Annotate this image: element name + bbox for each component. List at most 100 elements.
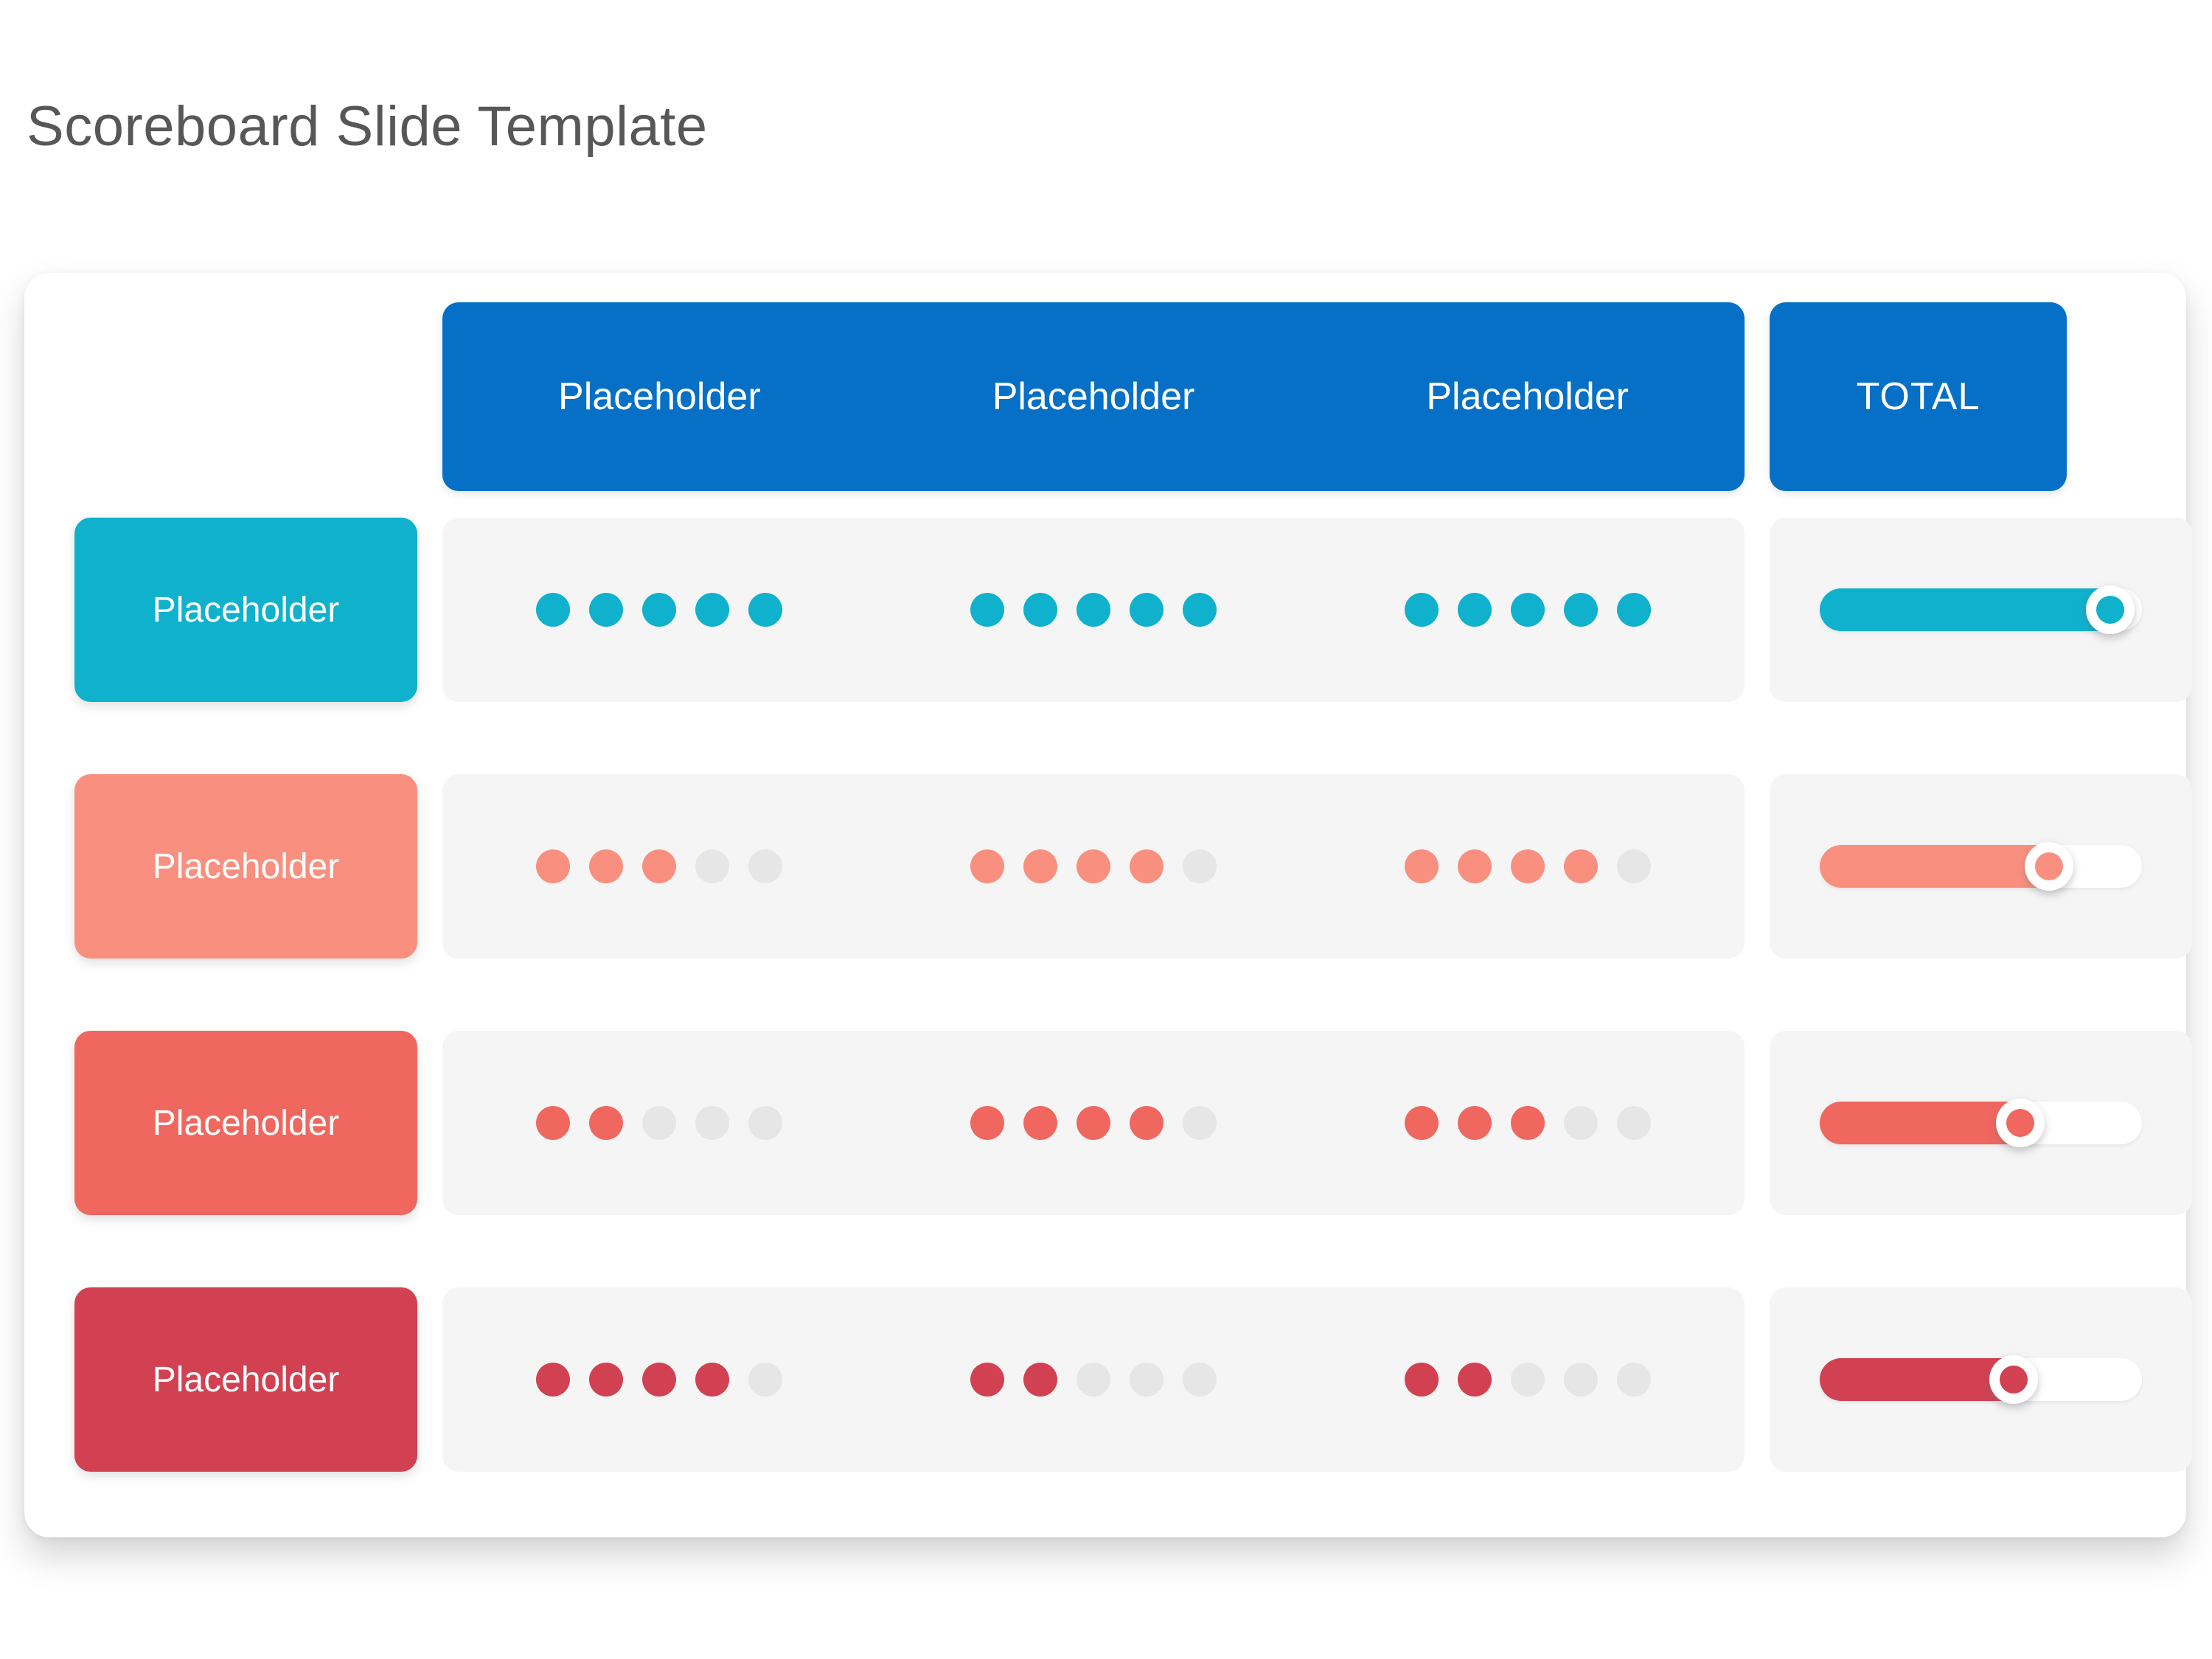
score-dot-filled[interactable] <box>1510 1106 1545 1140</box>
score-dot-empty[interactable] <box>1183 849 1217 883</box>
score-dot-empty[interactable] <box>1183 1363 1217 1397</box>
score-dot-filled[interactable] <box>1130 1106 1164 1140</box>
score-dot-empty[interactable] <box>1130 1363 1164 1397</box>
score-dot-empty[interactable] <box>748 1363 783 1397</box>
score-dot-empty[interactable] <box>642 1106 677 1140</box>
score-dot-filled[interactable] <box>695 1363 730 1397</box>
score-dot-empty[interactable] <box>1183 1106 1217 1140</box>
score-dot-filled[interactable] <box>589 849 624 883</box>
total-slider-knob[interactable] <box>2086 585 2135 634</box>
score-dots-cell[interactable] <box>442 1106 877 1140</box>
score-dots-cell[interactable] <box>442 849 877 883</box>
total-slider-knob[interactable] <box>2025 842 2074 891</box>
score-dot-empty[interactable] <box>748 849 783 883</box>
score-dot-filled[interactable] <box>589 1363 624 1397</box>
total-slider[interactable] <box>1820 1099 2142 1147</box>
score-dot-filled[interactable] <box>589 593 624 627</box>
score-dots-cell[interactable] <box>877 1106 1311 1140</box>
score-dot-empty[interactable] <box>695 1106 730 1140</box>
score-dot-filled[interactable] <box>1457 593 1492 627</box>
score-dots-cell[interactable] <box>1310 1106 1745 1140</box>
score-dot-empty[interactable] <box>695 849 730 883</box>
score-dots-cell[interactable] <box>877 849 1311 883</box>
row-score-panel <box>442 1031 1745 1215</box>
row-score-panel <box>442 774 1745 959</box>
scoreboard-card: Placeholder Placeholder Placeholder TOTA… <box>24 273 2192 1537</box>
total-slider-knob[interactable] <box>1996 1099 2045 1147</box>
score-dot-filled[interactable] <box>1510 849 1545 883</box>
score-dots-cell[interactable] <box>1310 1363 1745 1397</box>
header-columns-bar: Placeholder Placeholder Placeholder <box>442 302 1745 491</box>
score-dot-filled[interactable] <box>1616 593 1651 627</box>
total-slider[interactable] <box>1820 585 2142 634</box>
row-label-text: Placeholder <box>152 1360 340 1399</box>
score-dot-filled[interactable] <box>1023 1363 1057 1397</box>
score-dot-filled[interactable] <box>1023 593 1057 627</box>
score-dot-filled[interactable] <box>1023 849 1057 883</box>
score-dot-filled[interactable] <box>536 593 571 627</box>
score-dot-filled[interactable] <box>970 593 1004 627</box>
total-slider-knob[interactable] <box>1989 1355 2039 1404</box>
score-dots-cell[interactable] <box>1310 593 1745 627</box>
score-dot-empty[interactable] <box>1510 1363 1545 1397</box>
score-dot-empty[interactable] <box>1563 1106 1598 1140</box>
score-dots-cell[interactable] <box>877 1363 1311 1397</box>
row-total-panel <box>1770 518 2192 702</box>
score-dot-filled[interactable] <box>970 849 1004 883</box>
score-dot-empty[interactable] <box>748 1106 783 1140</box>
score-dot-filled[interactable] <box>536 1106 571 1140</box>
score-dot-empty[interactable] <box>1563 1363 1598 1397</box>
score-dot-filled[interactable] <box>1130 849 1164 883</box>
scoreboard-header: Placeholder Placeholder Placeholder TOTA… <box>24 302 2186 491</box>
score-dot-filled[interactable] <box>695 593 730 627</box>
score-dot-filled[interactable] <box>536 1363 571 1397</box>
score-dot-filled[interactable] <box>970 1106 1004 1140</box>
score-dot-filled[interactable] <box>1563 593 1598 627</box>
score-dots-cell[interactable] <box>1310 849 1745 883</box>
score-dot-filled[interactable] <box>1457 849 1492 883</box>
row-label-chip[interactable]: Placeholder <box>74 518 417 702</box>
score-dot-filled[interactable] <box>970 1363 1004 1397</box>
total-slider[interactable] <box>1820 1355 2142 1404</box>
score-dots-cell[interactable] <box>877 593 1311 627</box>
score-dots-cell[interactable] <box>442 593 877 627</box>
score-dot-filled[interactable] <box>1457 1363 1492 1397</box>
score-dot-empty[interactable] <box>1616 849 1651 883</box>
score-dot-filled[interactable] <box>1077 849 1110 883</box>
score-dot-filled[interactable] <box>1130 593 1164 627</box>
score-dot-empty[interactable] <box>1616 1106 1651 1140</box>
score-dot-filled[interactable] <box>1404 593 1439 627</box>
score-dot-filled[interactable] <box>589 1106 624 1140</box>
score-dots-cell[interactable] <box>442 1363 877 1397</box>
header-column-2: Placeholder <box>992 375 1195 418</box>
score-dot-filled[interactable] <box>1510 593 1545 627</box>
score-dot-filled[interactable] <box>642 1363 677 1397</box>
score-dot-filled[interactable] <box>1077 593 1110 627</box>
score-dot-filled[interactable] <box>642 849 677 883</box>
header-total-label: TOTAL <box>1770 302 2067 491</box>
total-slider[interactable] <box>1820 842 2142 891</box>
table-row: Placeholder <box>24 1287 2192 1472</box>
row-label-chip[interactable]: Placeholder <box>74 774 417 959</box>
score-dot-filled[interactable] <box>1457 1106 1492 1140</box>
total-slider-fill <box>1820 588 2120 631</box>
score-dot-filled[interactable] <box>1077 1106 1110 1140</box>
score-dot-filled[interactable] <box>1404 1363 1439 1397</box>
total-slider-fill <box>1820 845 2059 888</box>
score-dot-empty[interactable] <box>1077 1363 1110 1397</box>
score-dot-filled[interactable] <box>1404 849 1439 883</box>
score-dot-filled[interactable] <box>536 849 571 883</box>
score-dot-filled[interactable] <box>1404 1106 1439 1140</box>
row-label-chip[interactable]: Placeholder <box>74 1031 417 1215</box>
row-total-panel <box>1770 1031 2192 1215</box>
score-dot-filled[interactable] <box>748 593 783 627</box>
score-dot-filled[interactable] <box>1023 1106 1057 1140</box>
score-dot-empty[interactable] <box>1616 1363 1651 1397</box>
row-total-panel <box>1770 1287 2192 1472</box>
row-label-text: Placeholder <box>152 590 340 630</box>
score-dot-filled[interactable] <box>1183 593 1217 627</box>
row-score-panel <box>442 1287 1745 1472</box>
score-dot-filled[interactable] <box>1563 849 1598 883</box>
row-label-chip[interactable]: Placeholder <box>74 1287 417 1472</box>
score-dot-filled[interactable] <box>642 593 677 627</box>
